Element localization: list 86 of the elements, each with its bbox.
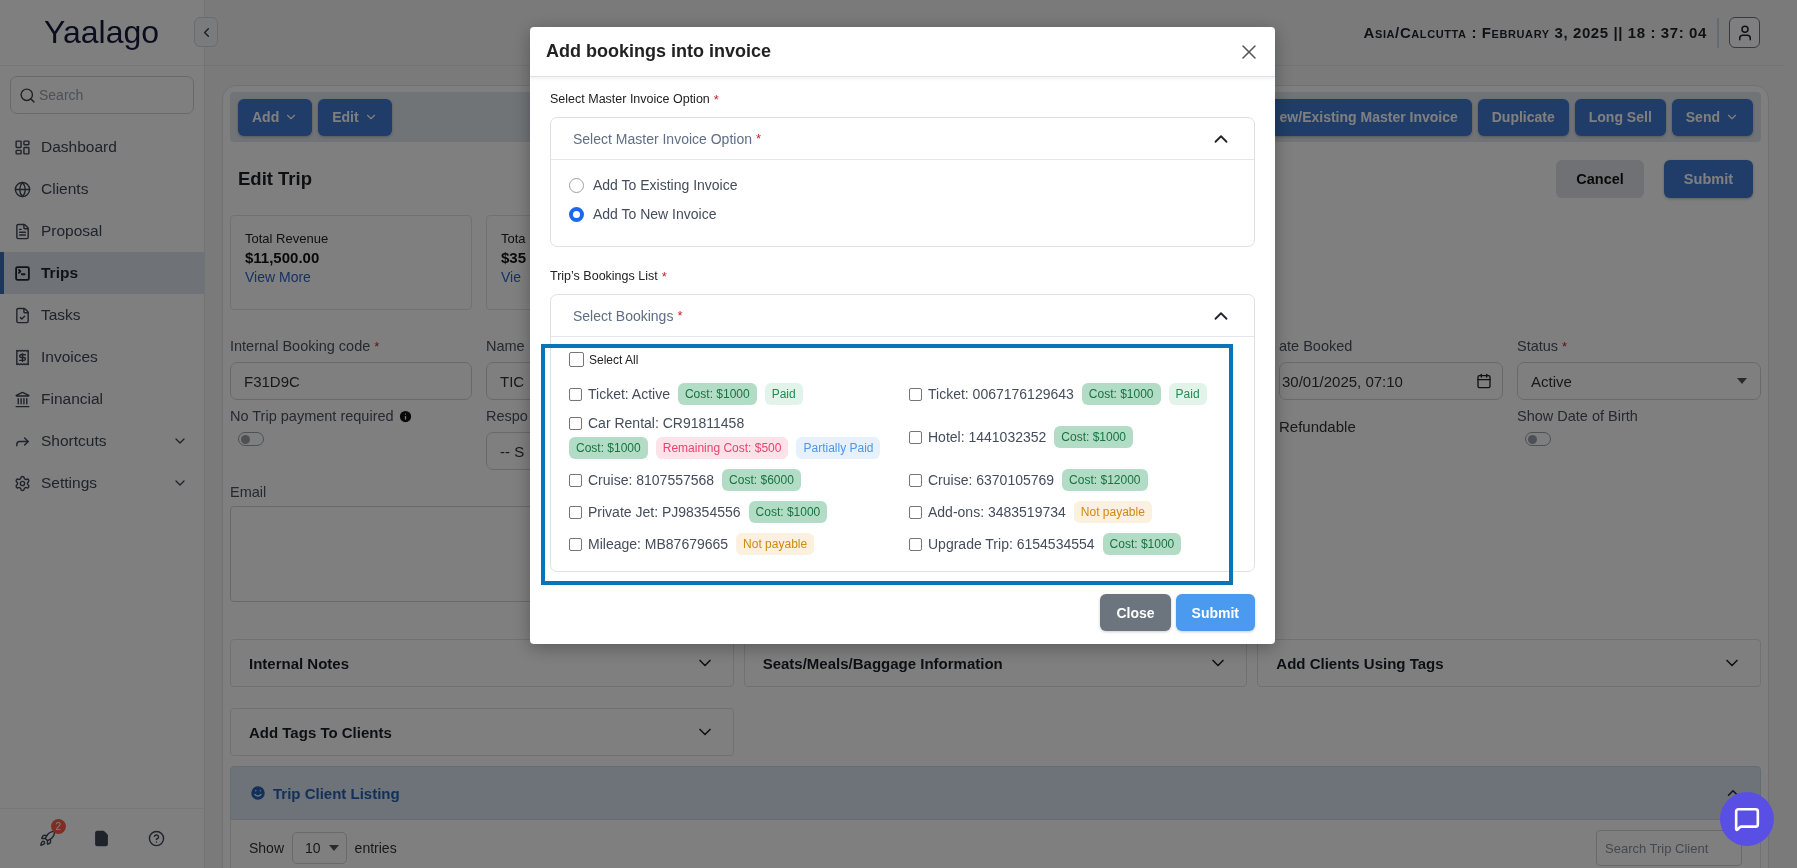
page-title: Edit Trip xyxy=(238,167,312,190)
status-badge: Partially Paid xyxy=(796,437,881,459)
dropdown-field[interactable]: Select Bookings * xyxy=(551,295,1254,337)
status-badge: Cost: $1000 xyxy=(677,383,757,405)
sidebar-item[interactable]: Proposal xyxy=(0,210,204,252)
status-badge: Not payable xyxy=(736,533,815,555)
cancel-button[interactable]: Cancel xyxy=(1556,159,1644,198)
view-more-link[interactable]: View More xyxy=(245,269,311,285)
close-button[interactable]: Close xyxy=(1100,594,1171,631)
booking-label[interactable]: Mileage: MB87679665 xyxy=(588,536,729,552)
date-field[interactable]: 30/01/2025, 07:10 xyxy=(1279,362,1503,400)
text-field[interactable]: F31D9C xyxy=(230,362,472,400)
booking-label[interactable]: Ticket: 0067176129643 xyxy=(928,386,1074,402)
summary-value: $35 xyxy=(501,249,527,266)
notification-badge: 2 xyxy=(50,819,66,834)
summary-value: $11,500.00 xyxy=(245,249,320,266)
field-label: Show Date of Birth xyxy=(1517,408,1638,424)
sidebar-item[interactable]: Settings xyxy=(0,462,204,504)
modal-title: Add bookings into invoice xyxy=(546,41,771,62)
field-label: Respo xyxy=(486,408,528,424)
status-badge: Cost: $1000 xyxy=(1102,533,1182,555)
toolbar-button[interactable]: Add xyxy=(238,98,313,136)
accordion-header[interactable]: Add Tags To Clients xyxy=(230,708,734,756)
sidebar-item[interactable]: Invoices xyxy=(0,336,204,378)
select-field[interactable]: Active xyxy=(1517,362,1761,400)
required-mark: * xyxy=(374,338,380,354)
show-label: Show xyxy=(249,840,285,856)
date-time: Asia/Calcutta : February 3, 2025 || 18 : 37: 04 xyxy=(1363,24,1707,41)
checkbox-label: Refundable xyxy=(1279,417,1357,435)
status-badge: Paid xyxy=(1168,383,1207,405)
dropdown-placeholder: Select Master Invoice Option xyxy=(573,130,752,147)
status-badge: Cost: $1000 xyxy=(569,437,648,459)
checkbox-label[interactable]: Select All xyxy=(589,352,639,367)
booking-label[interactable]: Car Rental: CR91811458 xyxy=(588,415,745,431)
booking-label[interactable]: Ticket: Active xyxy=(588,386,670,402)
summary-label: Total Revenue xyxy=(245,231,329,246)
status-badge: Cost: $1000 xyxy=(1081,383,1161,405)
required-mark: * xyxy=(713,92,719,107)
sidebar-item[interactable]: Clients xyxy=(0,168,204,210)
sidebar-item[interactable]: Dashboard xyxy=(0,126,204,168)
section-label: Trip’s Bookings List xyxy=(550,269,658,284)
section-title: Trip Client Listing xyxy=(273,784,400,802)
status-badge: Cost: $1000 xyxy=(748,501,828,523)
submit-button[interactable]: Submit xyxy=(1663,159,1753,198)
required-mark: * xyxy=(1562,338,1568,354)
sidebar-item[interactable]: Shortcuts xyxy=(0,420,204,462)
toolbar-button[interactable]: Send xyxy=(1671,98,1753,136)
status-badge: Paid xyxy=(764,383,803,405)
sidebar-item[interactable]: Trips xyxy=(0,252,204,294)
status-badge: Cost: $1000 xyxy=(1054,426,1134,448)
field-label: No Trip payment required xyxy=(230,408,394,424)
page-size-select[interactable]: 10 xyxy=(292,832,347,864)
field-label: Status xyxy=(1517,338,1559,354)
status-badge: Cost: $12000 xyxy=(1062,469,1148,491)
booking-label[interactable]: Upgrade Trip: 6154534554 xyxy=(928,536,1095,552)
dropdown-field[interactable]: Select Master Invoice Option * xyxy=(551,118,1254,160)
status-badge: Not payable xyxy=(1073,501,1152,523)
summary-label: Tota xyxy=(501,231,526,246)
toolbar-button[interactable]: Duplicate xyxy=(1477,98,1569,136)
sidebar-item[interactable]: Financial xyxy=(0,378,204,420)
required-mark: * xyxy=(661,269,667,284)
section-header[interactable]: Trip Client Listing xyxy=(230,766,1761,820)
booking-label[interactable]: Cruise: 8107557568 xyxy=(588,472,715,488)
booking-label[interactable]: Hotel: 1441032352 xyxy=(928,429,1047,445)
field-label: Name xyxy=(486,338,525,354)
radio-label[interactable]: Add To Existing Invoice xyxy=(593,177,738,193)
status-badge: Remaining Cost: $500 xyxy=(655,437,789,459)
sidebar-item[interactable]: Tasks xyxy=(0,294,204,336)
field-label: Internal Booking code xyxy=(230,338,371,354)
dropdown-placeholder: Select Bookings xyxy=(573,307,674,324)
field-label: Email xyxy=(230,484,267,500)
toolbar-button[interactable]: Long Sell xyxy=(1574,98,1666,136)
booking-label[interactable]: Add-ons: 3483519734 xyxy=(928,504,1066,520)
accordion-header[interactable]: Add Clients Using Tags xyxy=(1257,639,1761,687)
radio-label[interactable]: Add To New Invoice xyxy=(593,206,717,222)
booking-label[interactable]: Private Jet: PJ98354556 xyxy=(588,504,741,520)
required-mark: * xyxy=(756,130,762,147)
submit-button[interactable]: Submit xyxy=(1175,594,1255,631)
entries-label: entries xyxy=(354,840,397,856)
field-label: ate Booked xyxy=(1279,338,1353,354)
view-more-link[interactable]: Vie xyxy=(501,269,521,285)
toolbar-button[interactable]: Edit xyxy=(318,98,392,136)
booking-label[interactable]: Cruise: 6370105769 xyxy=(928,472,1055,488)
required-mark: * xyxy=(677,307,683,324)
section-label: Select Master Invoice Option xyxy=(550,92,710,107)
status-badge: Cost: $6000 xyxy=(722,469,801,491)
